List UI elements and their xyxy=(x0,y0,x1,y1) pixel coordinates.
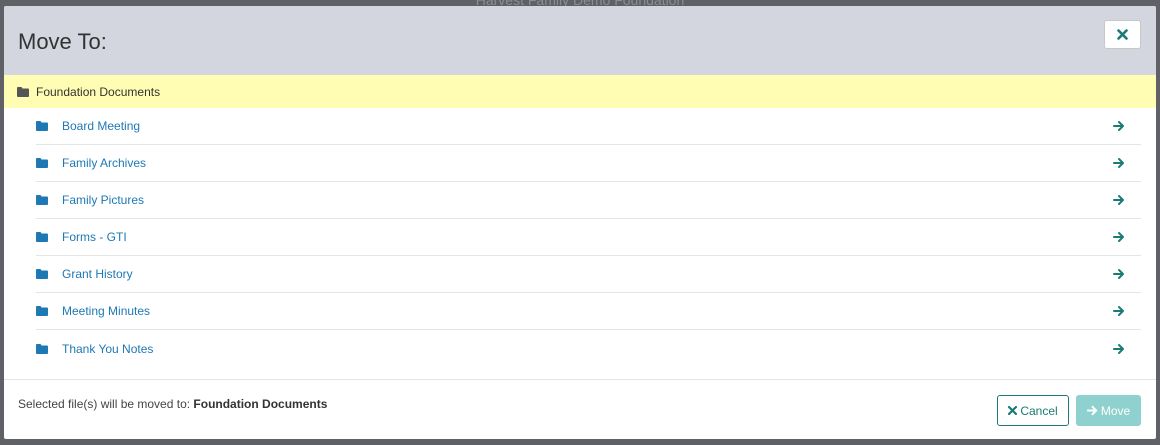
folder-name[interactable]: Thank You Notes xyxy=(62,342,1113,356)
folder-icon xyxy=(36,269,48,279)
open-folder-button[interactable] xyxy=(1113,231,1125,243)
arrow-right-icon xyxy=(1113,306,1124,316)
current-folder-row[interactable]: Foundation Documents xyxy=(4,75,1156,108)
folder-row-meeting-minutes[interactable]: Meeting Minutes xyxy=(36,293,1141,330)
folder-row-grant-history[interactable]: Grant History xyxy=(36,256,1141,293)
open-folder-button[interactable] xyxy=(1113,268,1125,280)
folder-name[interactable]: Board Meeting xyxy=(62,119,1113,133)
folder-icon xyxy=(36,306,48,316)
folder-row-family-pictures[interactable]: Family Pictures xyxy=(36,182,1141,219)
cancel-button[interactable]: Cancel xyxy=(997,395,1069,426)
folder-name[interactable]: Forms - GTI xyxy=(62,230,1113,244)
folder-name[interactable]: Meeting Minutes xyxy=(62,304,1113,318)
folder-row-thank-you-notes[interactable]: Thank You Notes xyxy=(36,330,1141,367)
folder-row-board-meeting[interactable]: Board Meeting xyxy=(36,108,1141,145)
modal-header: Move To: xyxy=(4,6,1156,75)
destination-summary: Selected file(s) will be moved to: Found… xyxy=(18,397,327,411)
folder-name[interactable]: Family Archives xyxy=(62,156,1113,170)
arrow-right-icon xyxy=(1113,232,1124,242)
folder-row-forms-gti[interactable]: Forms - GTI xyxy=(36,219,1141,256)
cancel-label: Cancel xyxy=(1020,403,1058,418)
destination-prefix: Selected file(s) will be moved to: xyxy=(18,397,194,411)
open-folder-button[interactable] xyxy=(1113,343,1125,355)
folder-icon xyxy=(36,195,48,205)
open-folder-button[interactable] xyxy=(1113,194,1125,206)
modal-footer: Selected file(s) will be moved to: Found… xyxy=(4,379,1156,439)
open-folder-button[interactable] xyxy=(1113,157,1125,169)
open-folder-button[interactable] xyxy=(1113,120,1125,132)
folder-name[interactable]: Grant History xyxy=(62,267,1113,281)
folder-icon xyxy=(36,121,48,131)
arrow-right-icon xyxy=(1113,158,1124,168)
folder-icon xyxy=(36,343,48,354)
destination-folder: Foundation Documents xyxy=(193,397,328,411)
folder-list: Board Meeting Family Archives Family Pic… xyxy=(4,108,1156,367)
move-to-dialog: Move To: Foundation Documents Board Meet… xyxy=(4,6,1156,439)
arrow-right-icon xyxy=(1086,405,1098,416)
times-icon xyxy=(1008,406,1018,415)
arrow-right-icon xyxy=(1113,195,1124,205)
close-button[interactable] xyxy=(1104,20,1141,49)
close-icon xyxy=(1117,29,1128,40)
modal-title: Move To: xyxy=(18,29,107,54)
arrow-right-icon xyxy=(1113,121,1124,131)
arrow-right-icon xyxy=(1113,343,1124,354)
folder-icon xyxy=(36,232,48,242)
current-folder-label: Foundation Documents xyxy=(36,84,161,99)
folder-name[interactable]: Family Pictures xyxy=(62,193,1113,207)
move-label: Move xyxy=(1100,403,1131,418)
move-button[interactable]: Move xyxy=(1076,395,1141,426)
arrow-right-icon xyxy=(1113,269,1124,279)
folder-icon xyxy=(36,158,48,168)
folder-icon xyxy=(17,86,29,97)
open-folder-button[interactable] xyxy=(1113,305,1125,317)
folder-row-family-archives[interactable]: Family Archives xyxy=(36,145,1141,182)
